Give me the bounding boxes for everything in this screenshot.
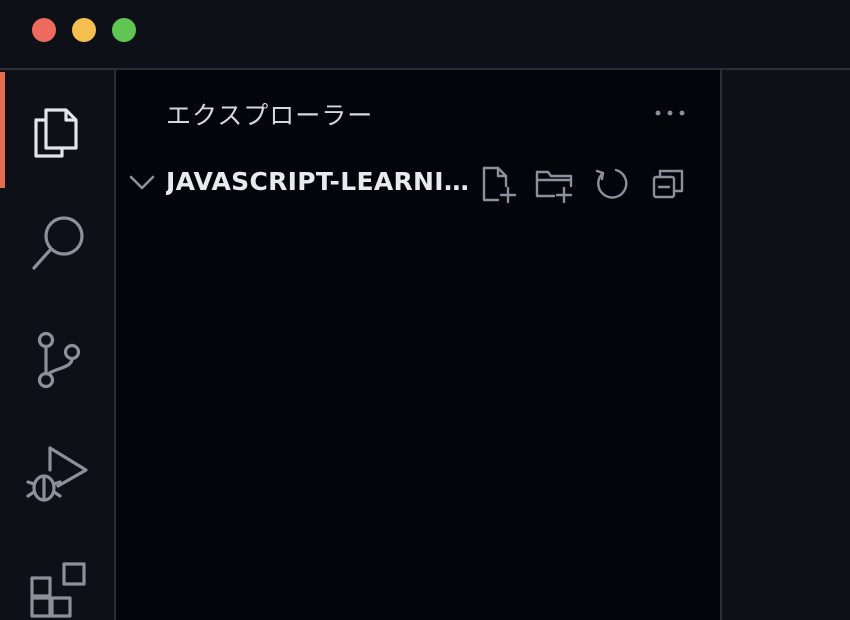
activity-bar xyxy=(0,70,116,620)
run-debug-icon xyxy=(26,446,88,502)
refresh-button[interactable] xyxy=(592,164,632,204)
editor-area[interactable] xyxy=(722,70,850,620)
new-folder-icon xyxy=(535,170,573,204)
window-close-button[interactable] xyxy=(32,18,56,42)
extensions-icon xyxy=(30,562,86,618)
chevron-down-icon[interactable] xyxy=(128,168,156,196)
source-control-icon xyxy=(37,331,81,389)
folder-name[interactable]: JAVASCRIPT-LEARNING xyxy=(166,167,474,196)
active-item-indicator xyxy=(0,72,5,188)
search-icon xyxy=(32,216,84,270)
activity-item-explorer[interactable] xyxy=(26,98,90,162)
folder-header[interactable]: JAVASCRIPT-LEARNING xyxy=(116,158,720,206)
activity-item-run-debug[interactable] xyxy=(26,440,90,504)
window-maximize-button[interactable] xyxy=(112,18,136,42)
title-bar xyxy=(0,0,850,70)
more-actions-button[interactable] xyxy=(650,98,690,128)
new-folder-button[interactable] xyxy=(534,164,574,204)
new-file-button[interactable] xyxy=(478,164,518,204)
explorer-sidebar: エクスプローラー JAVASCRIPT-LEARNING xyxy=(116,70,722,620)
ellipsis-icon xyxy=(655,110,685,116)
editor-window: エクスプローラー JAVASCRIPT-LEARNING xyxy=(0,0,850,620)
files-icon xyxy=(34,108,78,158)
sidebar-title: エクスプローラー xyxy=(166,101,374,130)
refresh-icon xyxy=(595,168,628,199)
collapse-all-button[interactable] xyxy=(648,164,688,204)
window-minimize-button[interactable] xyxy=(72,18,96,42)
new-file-icon xyxy=(482,166,517,204)
activity-item-source-control[interactable] xyxy=(26,328,90,392)
activity-item-search[interactable] xyxy=(26,210,90,274)
collapse-all-icon xyxy=(652,169,684,199)
activity-item-extensions[interactable] xyxy=(26,560,90,620)
